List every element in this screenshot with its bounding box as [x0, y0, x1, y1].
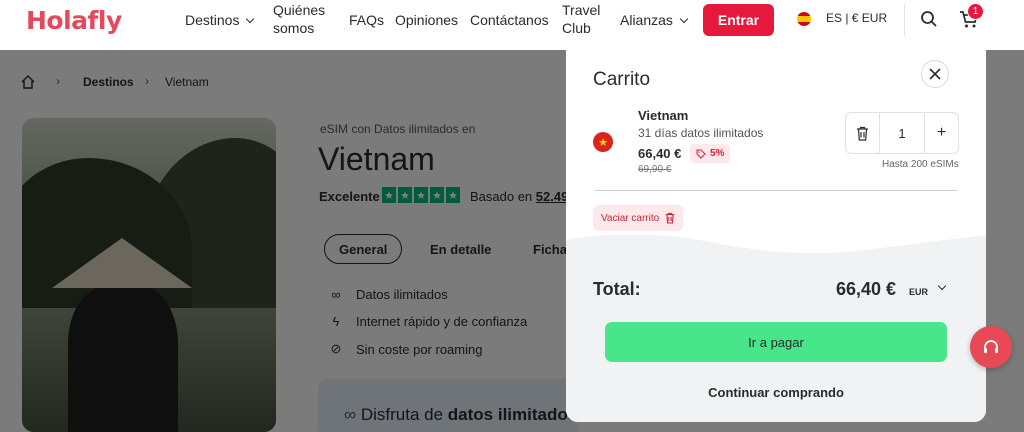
cart-count-badge: 1: [967, 3, 984, 20]
plus-icon: +: [936, 124, 947, 141]
login-button[interactable]: Entrar: [703, 4, 774, 36]
checkout-button[interactable]: Ir a pagar: [605, 322, 947, 362]
nav-travel-club[interactable]: Travel Club: [562, 1, 600, 37]
cart-item-old-price: 69,90 €: [638, 164, 672, 175]
header-divider: [904, 4, 905, 36]
cart-item-price: 66,40 €: [638, 146, 682, 161]
esim-limit-note: Hasta 200 eSIMs: [882, 159, 959, 170]
trash-icon: [857, 126, 868, 141]
total-currency: EUR: [909, 287, 929, 297]
discount-badge: 5%: [690, 144, 731, 163]
tag-icon: [696, 149, 706, 159]
divider: [595, 190, 957, 191]
chevron-down-icon: [246, 14, 255, 24]
nav-contactanos[interactable]: Contáctanos: [470, 11, 549, 29]
cart-item-name: Vietnam: [638, 108, 689, 123]
remove-item-button[interactable]: [846, 113, 880, 153]
quantity-stepper: 1 +: [845, 112, 959, 154]
nav-opiniones[interactable]: Opiniones: [395, 11, 458, 29]
total-label: Total:: [593, 279, 641, 299]
close-button[interactable]: [921, 60, 949, 88]
nav-quienes-somos[interactable]: Quiénes somos: [273, 1, 325, 37]
site-header: Holafly Destinos Quiénes somos FAQs Opini…: [0, 0, 1024, 50]
trash-icon: [665, 212, 675, 224]
locale-selector[interactable]: ES | € EUR: [826, 11, 887, 25]
nav-alianzas[interactable]: Alianzas: [620, 11, 689, 29]
empty-cart-button[interactable]: Vaciar carrito: [593, 205, 684, 231]
headset-icon: [984, 340, 998, 353]
cart-title: Carrito: [593, 69, 651, 90]
spain-flag-icon[interactable]: [797, 12, 811, 26]
total-amount: 66,40 €: [836, 279, 897, 299]
increase-quantity-button[interactable]: +: [924, 113, 958, 153]
nav-destinos[interactable]: Destinos: [185, 11, 255, 29]
close-icon: [929, 68, 941, 80]
chevron-down-icon: [679, 14, 689, 24]
support-button[interactable]: [970, 326, 1012, 368]
cart-drawer: Carrito ★ Vietnam 31 días datos ilimitad…: [566, 50, 986, 422]
vietnam-flag-icon: ★: [593, 132, 613, 152]
continue-shopping-link[interactable]: Continuar comprando: [566, 385, 986, 400]
search-icon[interactable]: [920, 10, 938, 28]
quantity-value[interactable]: 1: [880, 113, 924, 153]
holafly-logo[interactable]: Holafly: [26, 6, 122, 35]
nav-faqs[interactable]: FAQs: [349, 11, 384, 29]
cart-item-plan: 31 días datos ilimitados: [638, 126, 764, 140]
